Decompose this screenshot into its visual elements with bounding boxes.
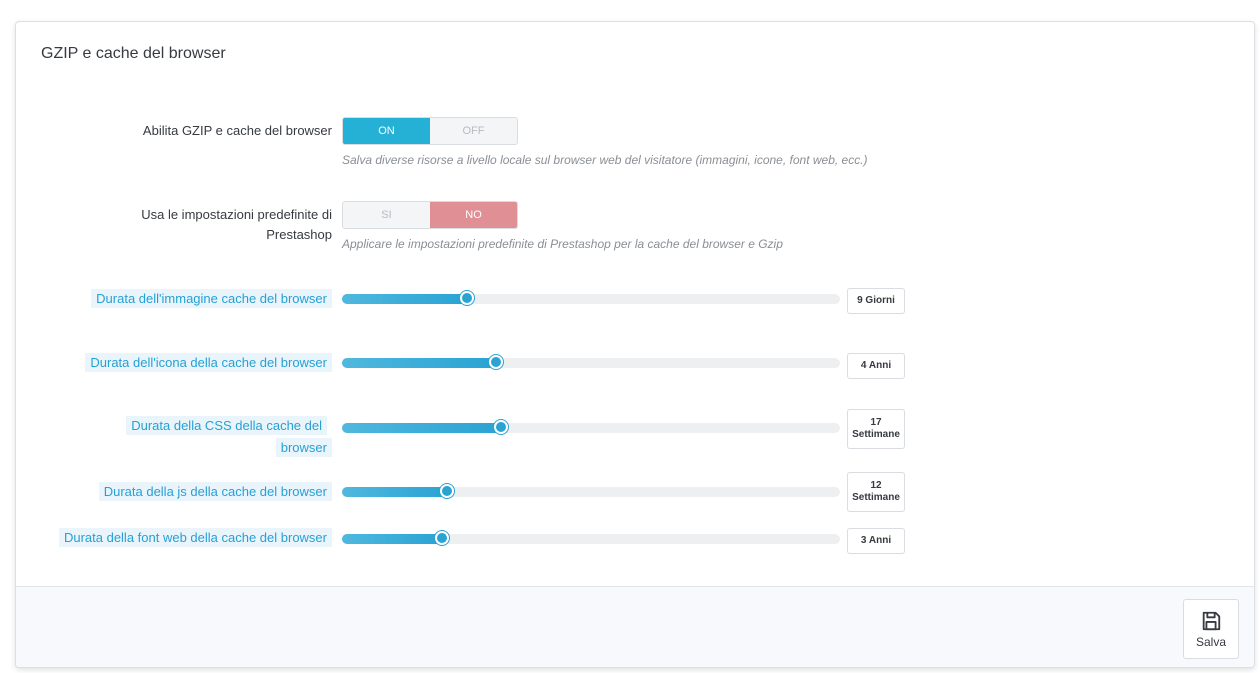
save-button[interactable]: Salva — [1183, 599, 1239, 659]
panel-title: GZIP e cache del browser — [41, 45, 226, 62]
slider-value-css: 17 Settimane — [847, 409, 905, 449]
slider-handle[interactable] — [434, 531, 449, 545]
save-label: Salva — [1195, 634, 1227, 649]
floppy-disk-icon — [1202, 611, 1221, 630]
gzip-off-option[interactable]: OFF — [430, 118, 517, 144]
slider-fill — [342, 423, 502, 433]
slider-icon[interactable] — [342, 355, 840, 369]
slider-label-css: Durata della CSS della cache del browser — [82, 415, 332, 459]
slider-value-image: 9 Giorni — [847, 288, 905, 314]
gzip-on-option[interactable]: ON — [343, 118, 430, 144]
slider-fill — [342, 294, 467, 304]
slider-value-icon: 4 Anni — [847, 353, 905, 379]
gzip-label: Abilita GZIP e cache del browser — [142, 123, 332, 138]
slider-image[interactable] — [342, 291, 840, 305]
slider-label-font: Durata della font web della cache del br… — [42, 527, 332, 549]
slider-label-icon: Durata dell'icona della cache del browse… — [82, 352, 332, 374]
gzip-cache-panel: GZIP e cache del browser Abilita GZIP e … — [15, 21, 1255, 668]
slider-handle[interactable] — [439, 484, 454, 498]
defaults-help-text: Applicare le impostazioni predefinite di… — [342, 237, 783, 251]
slider-value-font: 3 Anni — [847, 528, 905, 554]
defaults-label: Usa le impostazioni predefinite di Prest… — [141, 207, 332, 242]
gzip-help-text: Salva diverse risorse a livello locale s… — [342, 153, 868, 167]
slider-value-js: 12 Settimane — [847, 472, 905, 512]
slider-font[interactable] — [342, 531, 840, 545]
defaults-si-option[interactable]: SI — [343, 202, 430, 228]
slider-handle[interactable] — [489, 355, 504, 369]
defaults-toggle[interactable]: SI NO — [342, 201, 518, 229]
slider-label-image: Durata dell'immagine cache del browser — [82, 288, 332, 310]
defaults-no-option[interactable]: NO — [430, 202, 517, 228]
slider-fill — [342, 534, 442, 544]
panel-footer: Salva — [16, 586, 1254, 667]
slider-fill — [342, 358, 497, 368]
slider-handle[interactable] — [494, 420, 509, 434]
slider-js[interactable] — [342, 484, 840, 498]
slider-handle[interactable] — [459, 291, 474, 305]
gzip-toggle[interactable]: ON OFF — [342, 117, 518, 145]
slider-css[interactable] — [342, 420, 840, 434]
slider-fill — [342, 487, 447, 497]
slider-label-js: Durata della js della cache del browser — [32, 481, 332, 503]
